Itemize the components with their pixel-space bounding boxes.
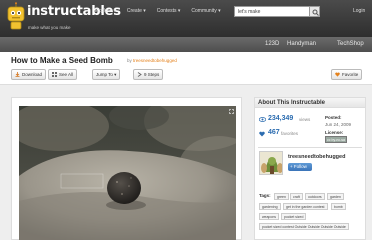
main-nav: Explore ▾ Create ▾ Contests ▾ Community … bbox=[95, 8, 221, 14]
tag-weapons[interactable]: weapons bbox=[259, 213, 280, 220]
posted-date: Jun 24, 2009 bbox=[325, 122, 352, 127]
promo-123d[interactable]: 123D bbox=[265, 41, 279, 47]
tag-pocket-sized[interactable]: pocket sized bbox=[281, 213, 307, 220]
views-count: 234,349 bbox=[268, 115, 294, 122]
posted-label: Posted: bbox=[325, 115, 342, 120]
author-link[interactable]: treesneedtobehugged bbox=[133, 58, 177, 63]
tag-garden[interactable]: garden bbox=[327, 193, 344, 200]
see-all-label: See All bbox=[59, 72, 74, 77]
expand-icon[interactable] bbox=[229, 109, 234, 114]
favorite-button[interactable]: Favorite bbox=[331, 69, 363, 80]
tag-green[interactable]: green bbox=[274, 193, 289, 200]
jump-to-dropdown[interactable]: Jump To ▾ bbox=[92, 69, 121, 80]
avatar[interactable] bbox=[259, 151, 283, 175]
instructables-robot-logo-icon[interactable] bbox=[5, 2, 27, 32]
nav-community[interactable]: Community ▾ bbox=[191, 8, 220, 14]
tag-craft[interactable]: craft bbox=[290, 193, 303, 200]
sidebar-divider bbox=[258, 147, 362, 148]
favorite-label: Favorite bbox=[342, 72, 359, 77]
tag-garden-contest[interactable]: get in the garden contest bbox=[283, 203, 328, 210]
search-button[interactable] bbox=[309, 6, 320, 17]
follow-button[interactable]: + Follow bbox=[288, 163, 312, 171]
see-all-button[interactable]: See All bbox=[48, 69, 78, 80]
author-byline: by treesneedtobehugged bbox=[127, 58, 177, 63]
views-label: views bbox=[299, 117, 311, 122]
promo-bar bbox=[0, 37, 372, 52]
tags-label: Tags: bbox=[259, 193, 271, 198]
favorites-label: favorites bbox=[281, 131, 299, 136]
page-title: How to Make a Seed Bomb bbox=[11, 56, 113, 65]
nav-contests[interactable]: Contests ▾ bbox=[157, 8, 181, 14]
grid-icon bbox=[52, 72, 57, 78]
tag-pocket-sized-contest[interactable]: pocket sized contest Outside Outside Out… bbox=[259, 223, 349, 230]
steps-button[interactable]: 9 Steps bbox=[133, 69, 164, 80]
site-tagline: make what you make bbox=[28, 25, 71, 30]
license-label: License: bbox=[325, 130, 344, 135]
promo-handyman[interactable]: Handyman bbox=[287, 41, 316, 47]
download-button[interactable]: Download bbox=[11, 69, 47, 80]
author-username[interactable]: treesneedtobehugged bbox=[288, 154, 345, 160]
promo-techshop[interactable]: TechShop bbox=[337, 41, 364, 47]
heart-icon bbox=[335, 72, 340, 77]
eye-icon bbox=[258, 117, 267, 124]
search-input[interactable]: let's make bbox=[234, 6, 320, 17]
tag-outdoors[interactable]: outdoors bbox=[305, 193, 325, 200]
sidebar-heading: About This Instructable bbox=[254, 97, 366, 108]
login-link[interactable]: Login bbox=[353, 8, 365, 14]
byline-prefix: by bbox=[127, 58, 132, 63]
tag-bomb[interactable]: bomb bbox=[331, 203, 346, 210]
arrow-right-icon bbox=[137, 72, 142, 78]
steps-label: 9 Steps bbox=[144, 72, 160, 77]
tag-gardening[interactable]: gardening bbox=[259, 203, 281, 210]
download-label: Download bbox=[22, 72, 43, 77]
search-icon bbox=[312, 9, 319, 16]
favorites-count: 467 bbox=[268, 129, 280, 136]
download-icon bbox=[15, 72, 20, 78]
main-photo[interactable] bbox=[19, 106, 236, 240]
nav-explore[interactable]: Explore ▾ bbox=[95, 8, 116, 14]
license-badge[interactable]: cc by-nc-sa bbox=[325, 136, 347, 143]
nav-create[interactable]: Create ▾ bbox=[127, 8, 146, 14]
heart-icon bbox=[259, 131, 265, 139]
